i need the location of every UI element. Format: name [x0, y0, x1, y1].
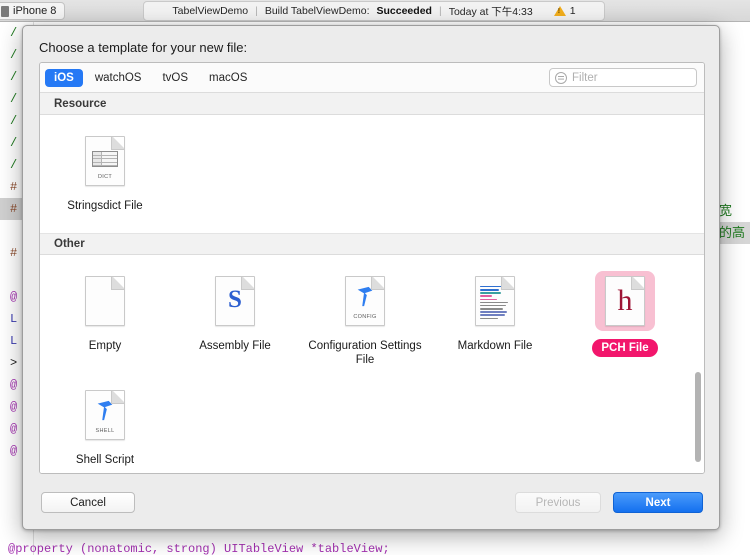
document-type-tag: SHELL — [95, 428, 115, 434]
markdown-document-icon — [475, 276, 515, 326]
sheet-title: Choose a template for your new file: — [39, 40, 248, 55]
status-project: TabelViewDemo — [172, 5, 249, 17]
shell-document-icon: SHELL — [85, 390, 125, 440]
screen: ///////###@LL>@@@@ 的宽幕的高 @property (nona… — [0, 0, 750, 555]
assembly-document-icon: S — [215, 276, 255, 326]
status-build-result: Succeeded — [376, 5, 432, 17]
editor-bottom-line: @property (nonatomic, strong) UITableVie… — [0, 539, 750, 555]
hammer-icon — [354, 285, 376, 318]
template-item[interactable]: Empty — [40, 267, 170, 381]
document-type-tag: CONFIG — [353, 314, 377, 320]
status-separator-2: | — [438, 5, 442, 17]
template-item-label: Shell Script — [75, 454, 135, 466]
filter-field[interactable]: Filter — [549, 68, 697, 87]
template-item-label: Markdown File — [457, 340, 533, 352]
scheme-selector[interactable]: iPhone 8 — [0, 2, 66, 20]
status-timestamp: Today at 下午4:33 — [448, 5, 533, 18]
tab-tvos[interactable]: tvOS — [153, 69, 197, 87]
previous-button[interactable]: Previous — [515, 492, 601, 513]
template-icon-wrapper — [465, 271, 525, 331]
cancel-button[interactable]: Cancel — [41, 492, 135, 513]
vertical-scrollbar[interactable] — [694, 95, 702, 470]
warning-indicator[interactable]: 1 — [553, 5, 576, 17]
platform-tab-bar: iOS watchOS tvOS macOS Filter — [40, 63, 704, 93]
template-item-label: Stringsdict File — [67, 200, 143, 212]
assembly-s-glyph: S — [228, 285, 242, 313]
tab-watchos[interactable]: watchOS — [86, 69, 151, 87]
blank-document-icon — [85, 276, 125, 326]
filter-icon — [555, 71, 567, 84]
activity-status-bar[interactable]: TabelViewDemo | Build TabelViewDemo: Suc… — [143, 1, 605, 21]
template-item[interactable]: h PCH File — [560, 267, 690, 381]
filter-placeholder: Filter — [572, 71, 598, 84]
template-item[interactable]: Markdown File — [430, 267, 560, 381]
template-item[interactable]: SHELL Shell Script — [40, 381, 170, 473]
template-item-label: Configuration Settings File — [308, 340, 422, 366]
template-icon-wrapper: h — [595, 271, 655, 331]
dict-document-icon: DICT — [85, 136, 125, 186]
template-item-label: PCH File — [592, 339, 658, 357]
status-build-prefix: Build TabelViewDemo: — [264, 5, 370, 17]
hammer-icon — [94, 399, 116, 432]
scrollbar-thumb[interactable] — [695, 372, 701, 462]
xcode-toolbar: iPhone 8 TabelViewDemo | Build TabelView… — [0, 0, 750, 22]
warning-count: 1 — [569, 5, 576, 17]
pch-document-icon: h — [605, 276, 645, 326]
template-item-label: Assembly File — [199, 340, 271, 352]
tab-macos[interactable]: macOS — [200, 69, 256, 87]
config-document-icon: CONFIG — [345, 276, 385, 326]
template-panel: iOS watchOS tvOS macOS Filter Resource DICT S… — [39, 62, 705, 474]
template-list[interactable]: Resource DICT Stringsdict File Other Empty S A… — [40, 93, 704, 473]
tab-ios[interactable]: iOS — [45, 68, 83, 87]
new-file-template-sheet: Choose a template for your new file: iOS… — [22, 25, 720, 530]
group-header-other: Other — [40, 233, 704, 255]
pch-h-glyph: h — [617, 284, 633, 317]
scheme-label: iPhone 8 — [13, 5, 57, 17]
group-header-resource: Resource — [40, 93, 704, 115]
template-icon-wrapper: CONFIG — [335, 271, 395, 331]
template-item[interactable]: S Assembly File — [170, 267, 300, 381]
template-grid: DICT Stringsdict File — [40, 115, 704, 233]
dict-table-glyph — [92, 151, 118, 167]
template-icon-wrapper — [75, 271, 135, 331]
template-item[interactable]: CONFIG Configuration Settings File — [300, 267, 430, 381]
warning-triangle-icon — [553, 6, 566, 16]
next-button[interactable]: Next — [613, 492, 703, 513]
editor-bottom-text: @property (nonatomic, strong) UITableVie… — [8, 542, 390, 555]
document-type-tag: DICT — [97, 174, 113, 180]
template-icon-wrapper: SHELL — [75, 385, 135, 445]
status-separator-1: | — [255, 5, 258, 17]
template-icon-wrapper: DICT — [75, 131, 135, 191]
markdown-lines-glyph — [480, 281, 510, 321]
device-icon — [1, 5, 9, 17]
template-icon-wrapper: S — [205, 271, 265, 331]
template-item-label: Empty — [88, 340, 122, 352]
template-item[interactable]: DICT Stringsdict File — [40, 127, 170, 227]
template-grid: Empty S Assembly File CONFIG Configuration S… — [40, 255, 704, 473]
